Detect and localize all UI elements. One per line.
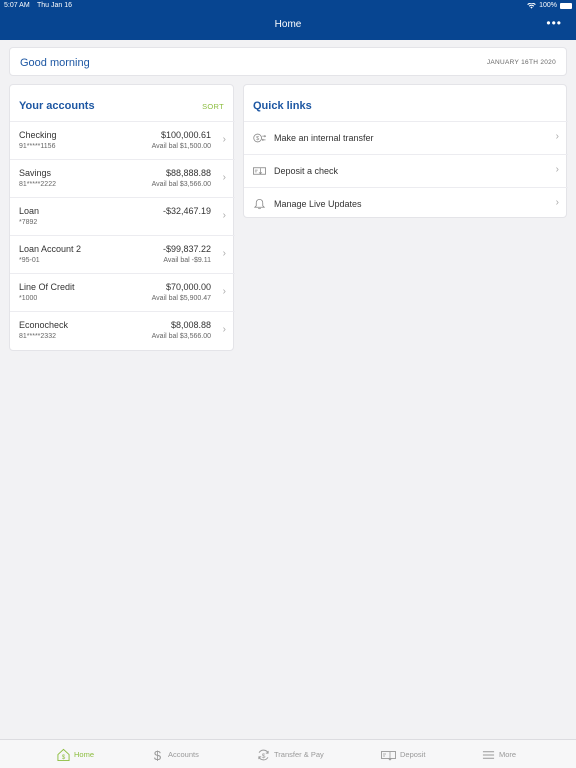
greeting-date: JANUARY 16TH 2020	[486, 59, 556, 66]
status-bar: 5:07 AM Thu Jan 16 100%	[0, 0, 576, 12]
menu-icon	[482, 750, 495, 759]
account-available-balance: Avail bal $5,900.47	[151, 295, 211, 302]
account-name: Checking	[19, 130, 57, 140]
transfer-icon: $	[253, 133, 266, 143]
status-time: 5:07 AM	[4, 2, 30, 9]
account-balance: $100,000.61	[160, 130, 211, 140]
account-balance: $88,888.88	[165, 168, 211, 178]
deposit-icon	[381, 750, 396, 761]
quick-link-internal-transfer[interactable]: $ Make an internal transfer ›	[244, 121, 568, 154]
check-deposit-icon	[253, 167, 266, 175]
quick-links-card: Quick links $ Make an internal transfer …	[243, 84, 568, 220]
status-date: Thu Jan 16	[37, 2, 73, 9]
tab-home[interactable]: $ Home	[57, 740, 94, 768]
account-row-econocheck[interactable]: Econocheck 81*****2332 $8,008.88 Avail b…	[10, 311, 235, 349]
chevron-right-icon: ›	[555, 131, 559, 142]
account-number: 91*****1156	[19, 143, 56, 150]
account-row-loan[interactable]: Loan *7892 -$32,467.19 ›	[10, 197, 235, 235]
dollar-icon: $	[154, 748, 162, 762]
greeting-card: Good morning JANUARY 16TH 2020	[9, 47, 567, 76]
tab-label: More	[499, 750, 517, 759]
account-row-savings[interactable]: Savings 81*****2222 $88,888.88 Avail bal…	[10, 159, 235, 197]
battery-percent: 100%	[539, 2, 557, 9]
quick-link-label: Deposit a check	[274, 166, 339, 176]
chevron-right-icon: ›	[222, 286, 226, 297]
account-row-loan-account-2[interactable]: Loan Account 2 *95-01 -$99,837.22 Avail …	[10, 235, 235, 273]
bell-icon	[253, 198, 266, 210]
account-row-line-of-credit[interactable]: Line Of Credit *1000 $70,000.00 Avail ba…	[10, 273, 235, 311]
more-options-button[interactable]: •••	[546, 16, 562, 30]
accounts-title: Your accounts	[19, 100, 95, 112]
chevron-right-icon: ›	[222, 210, 226, 221]
tab-label: Transfer & Pay	[274, 750, 324, 759]
svg-text:$: $	[154, 748, 162, 762]
battery-icon	[560, 2, 572, 9]
account-available-balance: Avail bal -$9.11	[163, 257, 211, 264]
account-name: Line Of Credit	[19, 282, 75, 292]
home-icon: $	[57, 748, 70, 761]
chevron-right-icon: ›	[555, 197, 559, 208]
account-number: *95-01	[19, 257, 40, 264]
quick-link-label: Make an internal transfer	[274, 133, 374, 143]
wifi-icon	[527, 2, 536, 9]
svg-text:$: $	[256, 136, 259, 142]
svg-text:$: $	[262, 752, 266, 759]
tab-label: Accounts	[168, 750, 199, 759]
quick-links-title: Quick links	[253, 100, 312, 112]
account-balance: -$32,467.19	[162, 206, 211, 216]
account-available-balance: Avail bal $3,566.00	[151, 181, 211, 188]
account-row-checking[interactable]: Checking 91*****1156 $100,000.61 Avail b…	[10, 121, 235, 159]
chevron-right-icon: ›	[222, 248, 226, 259]
account-name: Savings	[19, 168, 52, 178]
app-header: 5:07 AM Thu Jan 16 100% Home •••	[0, 0, 576, 40]
tab-transfer-pay[interactable]: $ Transfer & Pay	[257, 740, 324, 768]
page-title: Home	[274, 19, 302, 30]
account-name: Loan	[19, 206, 40, 216]
account-balance: $70,000.00	[165, 282, 211, 292]
account-balance: $8,008.88	[170, 320, 211, 330]
sort-button[interactable]: SORT	[202, 102, 224, 111]
account-available-balance: Avail bal $1,500.00	[151, 143, 211, 150]
tab-accounts[interactable]: $ Accounts	[151, 740, 199, 768]
account-name: Loan Account 2	[19, 244, 82, 254]
quick-link-live-updates[interactable]: Manage Live Updates ›	[244, 187, 568, 220]
chevron-right-icon: ›	[555, 164, 559, 175]
account-number: *7892	[19, 219, 38, 226]
account-number: *1000	[19, 295, 38, 302]
account-number: 81*****2332	[19, 333, 56, 340]
tab-label: Home	[74, 750, 95, 759]
tab-deposit[interactable]: Deposit	[381, 740, 425, 768]
tab-label: Deposit	[400, 750, 426, 759]
transfer-pay-icon: $	[258, 749, 269, 760]
status-indicators: 100%	[527, 2, 572, 9]
chevron-right-icon: ›	[222, 134, 226, 145]
account-balance: -$99,837.22	[162, 244, 211, 254]
account-available-balance: Avail bal $3,566.00	[151, 333, 211, 340]
tab-more[interactable]: More	[482, 740, 516, 768]
quick-link-label: Manage Live Updates	[274, 199, 362, 209]
accounts-card: Your accounts SORT Checking 91*****1156 …	[9, 84, 235, 351]
account-number: 81*****2222	[19, 181, 56, 188]
chevron-right-icon: ›	[222, 324, 226, 335]
bottom-tab-bar: $ Home $ Accounts $ Transfer & Pay Depos…	[0, 739, 576, 768]
quick-link-deposit-check[interactable]: Deposit a check ›	[244, 154, 568, 187]
account-name: Econocheck	[19, 320, 69, 330]
chevron-right-icon: ›	[222, 172, 226, 183]
greeting-text: Good morning	[20, 57, 90, 69]
